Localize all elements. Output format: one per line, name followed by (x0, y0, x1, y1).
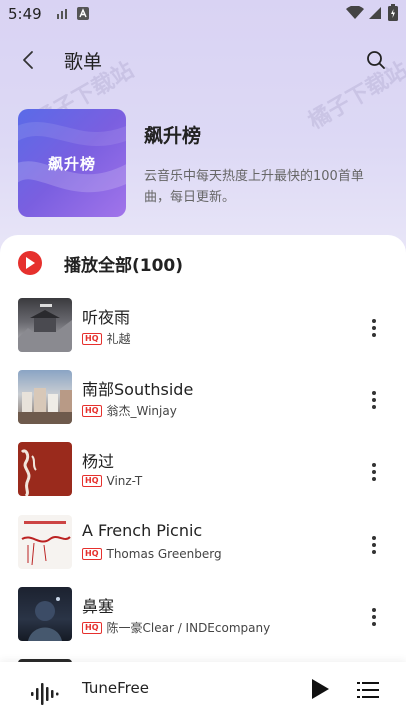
notification-a-icon (77, 7, 89, 20)
song-title: A French Picnic (82, 521, 203, 540)
battery-icon (388, 4, 398, 21)
play-all-label: 播放全部(100) (64, 255, 184, 276)
song-artist: 礼越 (106, 332, 131, 346)
hq-badge: HQ (82, 404, 102, 417)
song-thumbnail (18, 442, 72, 496)
cover-title: 飙升榜 (47, 155, 96, 173)
song-meta: HQ 礼越 (82, 330, 131, 347)
song-meta: HQ Thomas Greenberg (82, 547, 222, 561)
app-header: 歌单 (0, 36, 406, 84)
song-thumbnail (18, 370, 72, 424)
song-row[interactable]: 南部Southside HQ 翁杰_Winjay (0, 370, 406, 426)
song-artist: Vinz-T (106, 474, 143, 488)
song-title: 杨过 (82, 452, 115, 471)
song-row[interactable]: 鼻塞 HQ 陈一豪Clear / INDEcompany (0, 587, 406, 643)
song-thumbnail (18, 515, 72, 569)
song-meta: HQ 翁杰_Winjay (82, 402, 177, 419)
song-thumbnail (18, 298, 72, 352)
play-circle-icon (18, 251, 42, 275)
cell-signal-icon (369, 7, 381, 19)
list-icon (357, 682, 379, 698)
song-artist: 陈一豪Clear / INDEcompany (106, 621, 271, 635)
now-playing-title: TuneFree (82, 679, 149, 697)
play-all-button[interactable]: 播放全部(100) (18, 250, 183, 276)
song-list-sheet: 播放全部(100) 听夜雨 HQ 礼越 南部Southside HQ 翁杰_Wi… (0, 235, 406, 723)
back-button[interactable] (14, 46, 42, 74)
playlist-cover: 飙升榜 (18, 109, 126, 217)
song-thumbnail (18, 587, 72, 641)
hq-badge: HQ (82, 621, 102, 634)
search-icon (367, 51, 385, 69)
status-bar: 5:49 (0, 0, 406, 28)
more-options-icon[interactable] (364, 460, 384, 484)
playlist-queue-button[interactable] (354, 676, 382, 704)
song-row[interactable]: 杨过 HQ Vinz-T (0, 442, 406, 498)
song-title: 鼻塞 (82, 597, 115, 616)
hq-badge: HQ (82, 475, 102, 487)
page-title: 歌单 (64, 51, 103, 73)
wifi-icon (346, 6, 364, 19)
playlist-description: 云音乐中每天热度上升最快的100首单曲，每日更新。 (144, 169, 364, 205)
song-title: 听夜雨 (82, 308, 131, 327)
waveform-icon (18, 669, 72, 719)
more-options-icon[interactable] (364, 388, 384, 412)
status-time: 5:49 (8, 5, 42, 23)
playlist-name: 飙升榜 (144, 125, 202, 147)
hq-badge: HQ (82, 548, 102, 560)
hq-badge: HQ (82, 332, 102, 345)
more-options-icon[interactable] (364, 533, 384, 557)
more-options-icon[interactable] (364, 316, 384, 340)
song-title: 南部Southside (82, 380, 194, 399)
song-artist: Thomas Greenberg (106, 547, 222, 561)
song-meta: HQ Vinz-T (82, 474, 142, 488)
signal-bars-icon (57, 9, 67, 19)
mini-player[interactable]: TuneFree (0, 662, 406, 723)
search-button[interactable] (362, 46, 390, 74)
song-row[interactable]: 听夜雨 HQ 礼越 (0, 298, 406, 354)
play-button[interactable] (306, 675, 334, 703)
chevron-left-icon (23, 51, 33, 69)
song-meta: HQ 陈一豪Clear / INDEcompany (82, 619, 270, 636)
song-row[interactable]: A French Picnic HQ Thomas Greenberg (0, 515, 406, 571)
more-options-icon[interactable] (364, 605, 384, 629)
song-artist: 翁杰_Winjay (106, 404, 177, 418)
play-icon (312, 679, 329, 699)
